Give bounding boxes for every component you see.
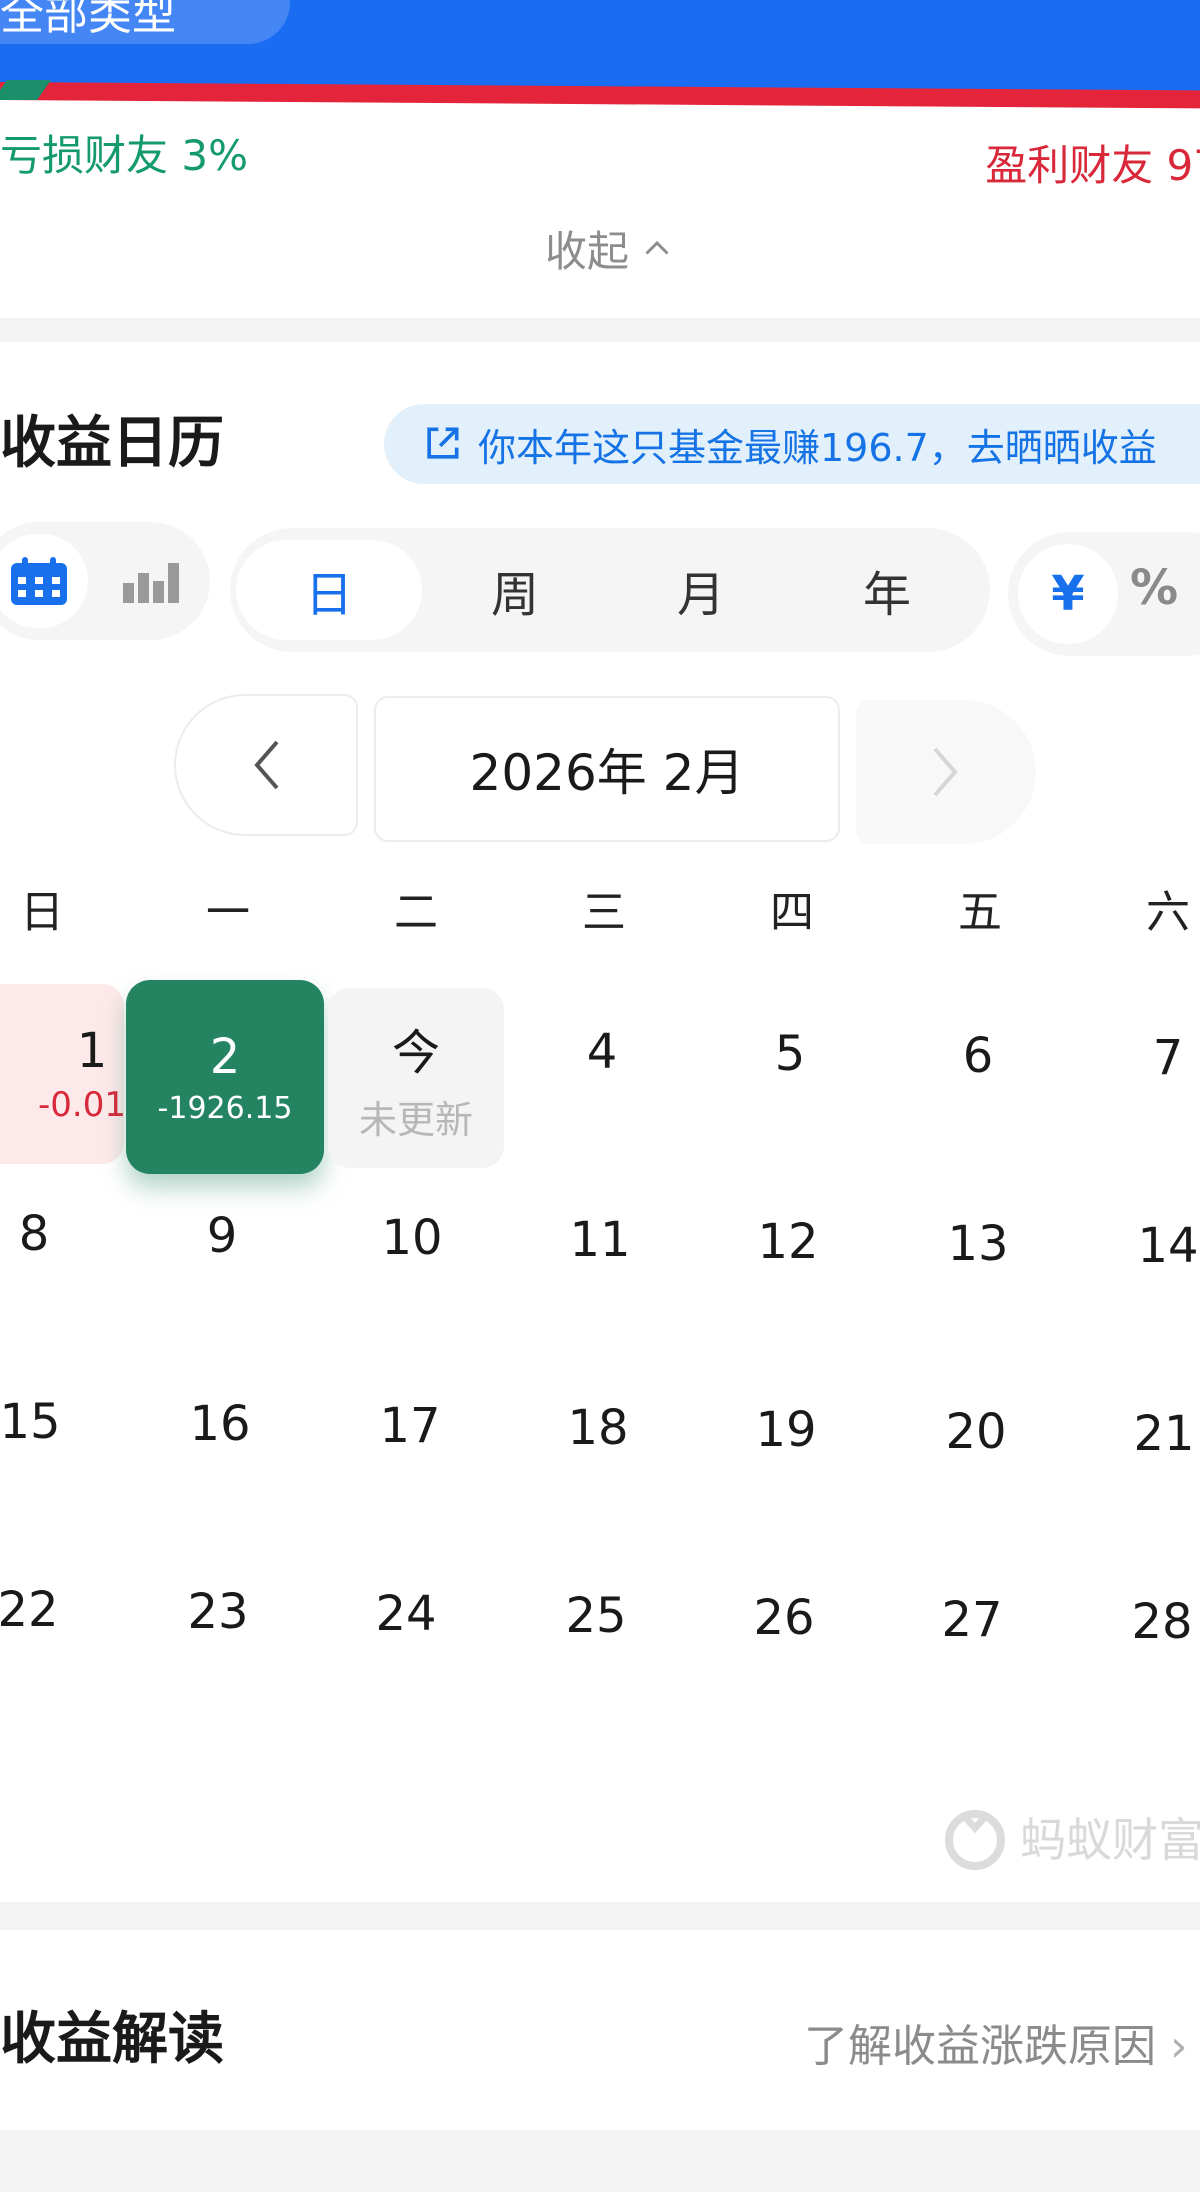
next-month-button[interactable] <box>856 700 1036 844</box>
weekday-sat: 六 <box>1146 887 1190 938</box>
day-cell-25[interactable]: 25 <box>536 1588 656 1644</box>
day-cell-9[interactable]: 9 <box>162 1208 282 1264</box>
prev-month-button[interactable] <box>174 694 358 836</box>
weekday-wed: 三 <box>582 887 626 938</box>
day-cell-14[interactable]: 14 <box>1108 1218 1200 1274</box>
weekday-tue: 二 <box>394 887 438 938</box>
day-cell-6[interactable]: 6 <box>918 1028 1038 1084</box>
day-cell-11[interactable]: 11 <box>540 1212 660 1268</box>
external-link-icon <box>427 427 459 459</box>
day-cell-18[interactable]: 18 <box>538 1400 658 1456</box>
period-day-tab[interactable]: 日 <box>236 540 422 640</box>
interpretation-link-label: 了解收益涨跌原因 <box>804 2021 1156 2072</box>
day-cell-2-selected[interactable]: 2 -1926.15 <box>126 980 324 1174</box>
day-cell-today[interactable]: 今 未更新 <box>328 988 504 1168</box>
day-cell-4[interactable]: 4 <box>542 1024 662 1080</box>
profit-friends-label: 盈利财友 97 <box>985 141 1200 190</box>
day-cell-21[interactable]: 21 <box>1104 1406 1200 1462</box>
day-cell-23[interactable]: 23 <box>158 1584 278 1640</box>
day-cell-8[interactable]: 8 <box>0 1206 94 1262</box>
weekday-mon: 一 <box>206 887 250 938</box>
collapse-button[interactable]: 收起 <box>545 218 675 279</box>
brand-watermark: 蚂蚁财富 <box>940 1802 1200 1872</box>
chevron-right-icon <box>933 747 958 797</box>
day-cell-20[interactable]: 20 <box>916 1404 1036 1460</box>
day-number: 2 <box>209 1028 241 1085</box>
chevron-up-icon <box>645 240 669 255</box>
day-earnings: -1926.15 <box>157 1090 293 1126</box>
brand-name: 蚂蚁财富 <box>1020 1813 1200 1867</box>
day-cell-26[interactable]: 26 <box>724 1590 844 1646</box>
day-cell-13[interactable]: 13 <box>918 1216 1038 1272</box>
day-earnings: 未更新 <box>358 1097 473 1142</box>
loss-friends-label: 亏损财友 3% <box>0 131 248 180</box>
day-cell-10[interactable]: 10 <box>352 1210 472 1266</box>
day-cell-28[interactable]: 28 <box>1102 1594 1200 1650</box>
weekday-sun: 日 <box>20 887 64 938</box>
day-number: 今 <box>391 1024 440 1081</box>
type-filter-label[interactable]: 全部类型 <box>0 0 176 42</box>
interpretation-link[interactable]: 了解收益涨跌原因 › <box>804 2010 1188 2074</box>
day-earnings: -0.01 <box>38 1085 126 1125</box>
share-earnings-text: 你本年这只基金最赚196.7，去晒晒收益 <box>478 425 1157 470</box>
day-cell-24[interactable]: 24 <box>346 1586 466 1642</box>
chevron-right-icon: › <box>1170 2021 1188 2072</box>
day-cell-7[interactable]: 7 <box>1108 1030 1200 1086</box>
chart-view-button[interactable] <box>118 548 184 614</box>
period-year-tab[interactable]: 年 <box>794 540 980 640</box>
day-cell-17[interactable]: 17 <box>350 1398 470 1454</box>
bar-chart-icon <box>123 563 179 603</box>
day-cell-5[interactable]: 5 <box>730 1026 850 1082</box>
current-month-label[interactable]: 2026年 2月 <box>374 696 840 842</box>
interpretation-title: 收益解读 <box>0 2007 224 2072</box>
day-number: 1 <box>76 1023 108 1079</box>
calendar-icon <box>11 557 67 605</box>
unit-amount-button[interactable]: ¥ <box>1018 544 1118 644</box>
unit-percent-button[interactable]: % <box>1130 560 1178 616</box>
day-cell-22[interactable]: 22 <box>0 1582 88 1638</box>
day-cell-1[interactable]: 1 -0.01 <box>0 984 126 1164</box>
day-cell-12[interactable]: 12 <box>728 1214 848 1270</box>
period-week-tab[interactable]: 周 <box>422 540 608 640</box>
period-month-tab[interactable]: 月 <box>608 540 794 640</box>
section-title: 收益日历 <box>0 411 224 476</box>
chevron-left-icon <box>254 740 279 790</box>
collapse-label: 收起 <box>545 227 630 276</box>
weekday-thu: 四 <box>770 887 814 938</box>
ant-logo-icon <box>945 1810 1005 1870</box>
day-cell-19[interactable]: 19 <box>726 1402 846 1458</box>
day-cell-16[interactable]: 16 <box>160 1396 280 1452</box>
day-cell-15[interactable]: 15 <box>0 1394 90 1450</box>
share-earnings-banner[interactable]: 你本年这只基金最赚196.7，去晒晒收益 <box>384 404 1200 484</box>
weekday-fri: 五 <box>958 887 1002 938</box>
day-cell-27[interactable]: 27 <box>912 1592 1032 1648</box>
